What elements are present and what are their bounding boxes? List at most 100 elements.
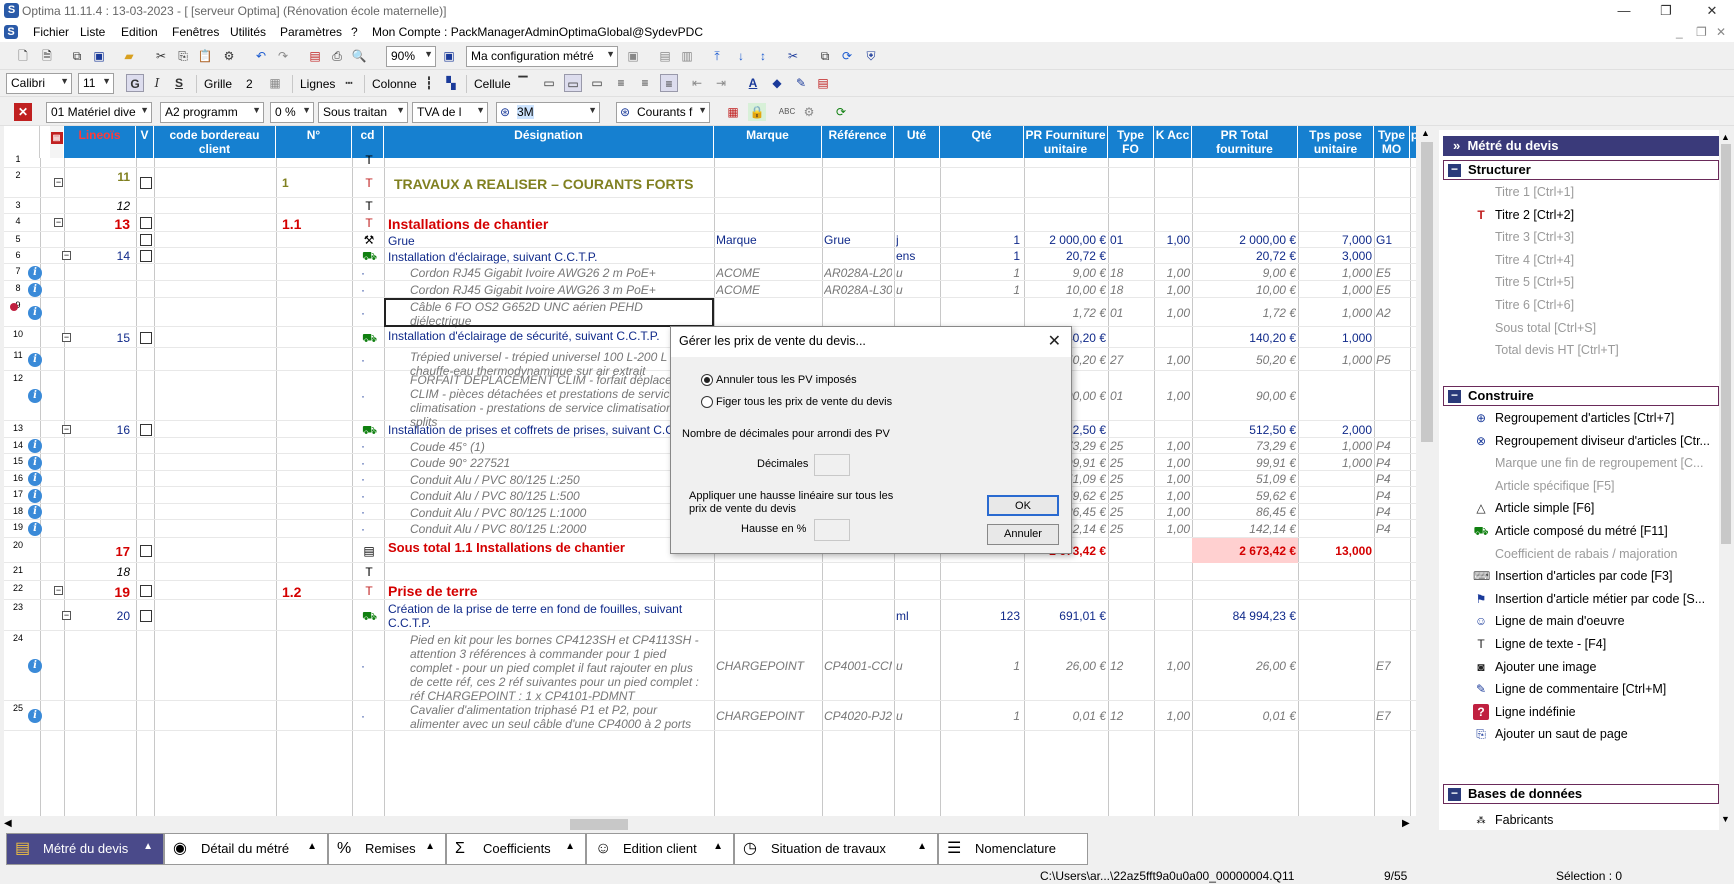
filter-3m-select[interactable]: ⊛ 3M ▼ bbox=[496, 102, 600, 123]
panel-scrollbar[interactable]: ▲ ▼ bbox=[1719, 130, 1733, 830]
mdi-restore-button[interactable]: ❐ bbox=[1696, 25, 1707, 39]
cell-prt[interactable]: 10,00 € bbox=[1192, 283, 1296, 297]
open-icon[interactable]: 🗎 bbox=[38, 47, 56, 65]
cell-kacc[interactable]: 1,00 bbox=[1154, 353, 1190, 367]
cell-qte[interactable]: 1 bbox=[940, 233, 1020, 247]
cell-kacc[interactable]: 1,00 bbox=[1154, 266, 1190, 280]
cell-qte[interactable]: 1 bbox=[940, 249, 1020, 263]
cut-icon[interactable]: ✂ bbox=[152, 47, 170, 65]
crane-icon[interactable]: ⚒ bbox=[362, 233, 376, 247]
child-line-icon[interactable]: · bbox=[356, 456, 370, 470]
scroll-thumb[interactable] bbox=[1421, 142, 1433, 442]
table-row[interactable]: 1T bbox=[4, 152, 1416, 168]
font-size-select[interactable]: 11 ▼ bbox=[78, 73, 114, 94]
cell-prt[interactable]: 9,00 € bbox=[1192, 266, 1296, 280]
cell-tps[interactable]: 2,000 bbox=[1298, 423, 1372, 437]
tab-situation-travaux[interactable]: ◷ Situation de travaux ▲ bbox=[734, 833, 938, 865]
programme-select[interactable]: A2 programm ▼ bbox=[160, 102, 264, 123]
cell-tfo[interactable]: 18 bbox=[1110, 266, 1152, 280]
panel-item-titre-1[interactable]: Titre 1 [Ctrl+1] bbox=[1495, 185, 1574, 199]
cell-pr[interactable]: 2 000,00 € bbox=[1024, 233, 1106, 247]
paste-icon[interactable]: 📋 bbox=[196, 47, 214, 65]
cell-tmo[interactable]: E7 bbox=[1376, 709, 1408, 723]
row-number[interactable]: 9 bbox=[4, 300, 32, 310]
cell-kacc[interactable]: 1,00 bbox=[1154, 283, 1190, 297]
print-icon[interactable]: ⎙ bbox=[328, 47, 346, 65]
panel-item-construire[interactable]: Ajouter une image bbox=[1495, 660, 1596, 674]
panel-item-fabricants[interactable]: Fabricants bbox=[1495, 813, 1553, 827]
row-number[interactable]: 10 bbox=[4, 329, 32, 339]
cell-des[interactable]: Prise de terre bbox=[388, 583, 712, 599]
cell-lin[interactable]: 12 bbox=[64, 199, 136, 213]
tab-metre-devis[interactable]: ▤ Métré du devis ▲ bbox=[6, 833, 164, 865]
cell-des[interactable]: Grue bbox=[388, 234, 712, 248]
cell-border-top-icon[interactable]: ▔ bbox=[514, 74, 532, 92]
panel-item-titre-5[interactable]: Titre 5 [Ctrl+5] bbox=[1495, 275, 1574, 289]
info-icon[interactable]: i bbox=[28, 282, 42, 297]
panel-scroll-down-icon[interactable]: ▼ bbox=[1721, 814, 1730, 824]
row-number[interactable]: 2 bbox=[4, 170, 32, 180]
config-delete-icon[interactable]: ▥ bbox=[678, 47, 696, 65]
composed-article-icon[interactable]: ⛟ bbox=[362, 609, 377, 625]
cell-marque[interactable]: ACOME bbox=[716, 283, 820, 297]
table-row[interactable]: 9 i · Câble 6 FO OS2 G652D UNC aérien PEHD d… bbox=[4, 298, 1416, 328]
cell-des-line[interactable]: alimenter avec un seul câble d'une CP400… bbox=[410, 717, 734, 731]
cell-des[interactable]: Installation d'éclairage, suivant C.C.T.… bbox=[388, 250, 712, 264]
cell-num[interactable]: 1 bbox=[276, 176, 352, 190]
panel-scroll-up-icon[interactable]: ▲ bbox=[1721, 132, 1730, 142]
config-edit-icon[interactable]: ▤ bbox=[656, 47, 674, 65]
child-line-icon[interactable]: · bbox=[356, 505, 370, 519]
cell-num[interactable]: 1.1 bbox=[276, 216, 352, 232]
format-clear-icon[interactable]: ▤ bbox=[814, 74, 832, 92]
collapse-toggle-icon[interactable]: − bbox=[54, 178, 63, 187]
italic-icon[interactable]: I bbox=[148, 74, 166, 92]
cell-kacc[interactable]: 1,00 bbox=[1154, 233, 1190, 247]
tva-select[interactable]: TVA de l ▼ bbox=[412, 102, 488, 123]
cell-tfo[interactable]: 25 bbox=[1110, 522, 1152, 536]
restore-button[interactable]: ❐ bbox=[1644, 0, 1688, 22]
row-checkbox[interactable] bbox=[140, 609, 152, 622]
cell-kacc[interactable]: 1,00 bbox=[1154, 472, 1190, 486]
row-checkbox[interactable] bbox=[140, 177, 152, 189]
info-icon[interactable]: i bbox=[28, 659, 42, 673]
clear-filter-icon[interactable]: ✕ bbox=[14, 103, 32, 121]
child-line-icon[interactable]: · bbox=[356, 659, 370, 673]
copy-doc-icon[interactable]: ⧉ bbox=[68, 47, 86, 65]
lot-select[interactable]: 01 Matériel dive ▼ bbox=[46, 102, 152, 123]
child-line-icon[interactable]: · bbox=[356, 306, 370, 320]
subtotal-icon[interactable]: ▤ bbox=[362, 544, 376, 558]
cell-des[interactable]: Installation de prises et coffrets de pr… bbox=[388, 423, 712, 437]
cell-marque[interactable]: Marque bbox=[716, 233, 820, 247]
table-row[interactable]: 23− ⛟ 20 Création de la prise de terre en f… bbox=[4, 600, 1416, 631]
panel-item-construire[interactable]: Ligne de commentaire [Ctrl+M] bbox=[1495, 682, 1666, 696]
cell-des-line[interactable]: attention 3 références à commander pour … bbox=[410, 647, 734, 661]
info-icon[interactable]: i bbox=[28, 352, 42, 367]
row-number[interactable]: 5 bbox=[4, 234, 32, 244]
cell-tps[interactable]: 3,000 bbox=[1298, 249, 1372, 263]
table-row[interactable]: 22 − T 19 1.2 Prise de terre bbox=[4, 581, 1416, 600]
cell-qte[interactable]: 123 bbox=[940, 609, 1020, 623]
panel-item-construire[interactable]: Article spécifique [F5] bbox=[1495, 479, 1615, 493]
row-checkbox[interactable] bbox=[140, 217, 152, 229]
row-checkbox[interactable] bbox=[140, 250, 152, 262]
minimize-button[interactable]: — bbox=[1602, 0, 1646, 22]
panel-scroll-thumb[interactable] bbox=[1721, 144, 1731, 544]
cell-kacc[interactable]: 1,00 bbox=[1154, 505, 1190, 519]
undo-icon[interactable]: ↶ bbox=[252, 47, 270, 65]
percent-select[interactable]: 0 % ▼ bbox=[270, 102, 314, 123]
cell-prt[interactable]: 142,14 € bbox=[1192, 522, 1296, 536]
cell-marque[interactable]: CHARGEPOINT bbox=[716, 659, 820, 673]
cell-des[interactable]: Cordon RJ45 Gigabit Ivoire AWG26 3 m PoE… bbox=[410, 283, 734, 297]
section-bases[interactable]: − Bases de données bbox=[1443, 784, 1719, 804]
cell-kacc[interactable]: 1,00 bbox=[1154, 439, 1190, 453]
collapse-toggle-icon[interactable]: − bbox=[54, 585, 63, 595]
tab-edition-client[interactable]: ☺ Edition client ▲ bbox=[586, 833, 734, 865]
cell-ref[interactable]: AR028A-L20 bbox=[824, 266, 892, 280]
vertical-scrollbar[interactable]: ▲ bbox=[1418, 126, 1436, 816]
cell-lin[interactable]: 15 bbox=[64, 331, 136, 345]
print-preview-icon[interactable]: 🔍 bbox=[350, 47, 368, 65]
align-left-icon[interactable]: ≡ bbox=[612, 74, 630, 92]
table-row[interactable]: 3 T 12 bbox=[4, 198, 1416, 214]
cell-tps[interactable]: 1,000 bbox=[1298, 266, 1372, 280]
cell-tmo[interactable]: E7 bbox=[1376, 659, 1408, 673]
